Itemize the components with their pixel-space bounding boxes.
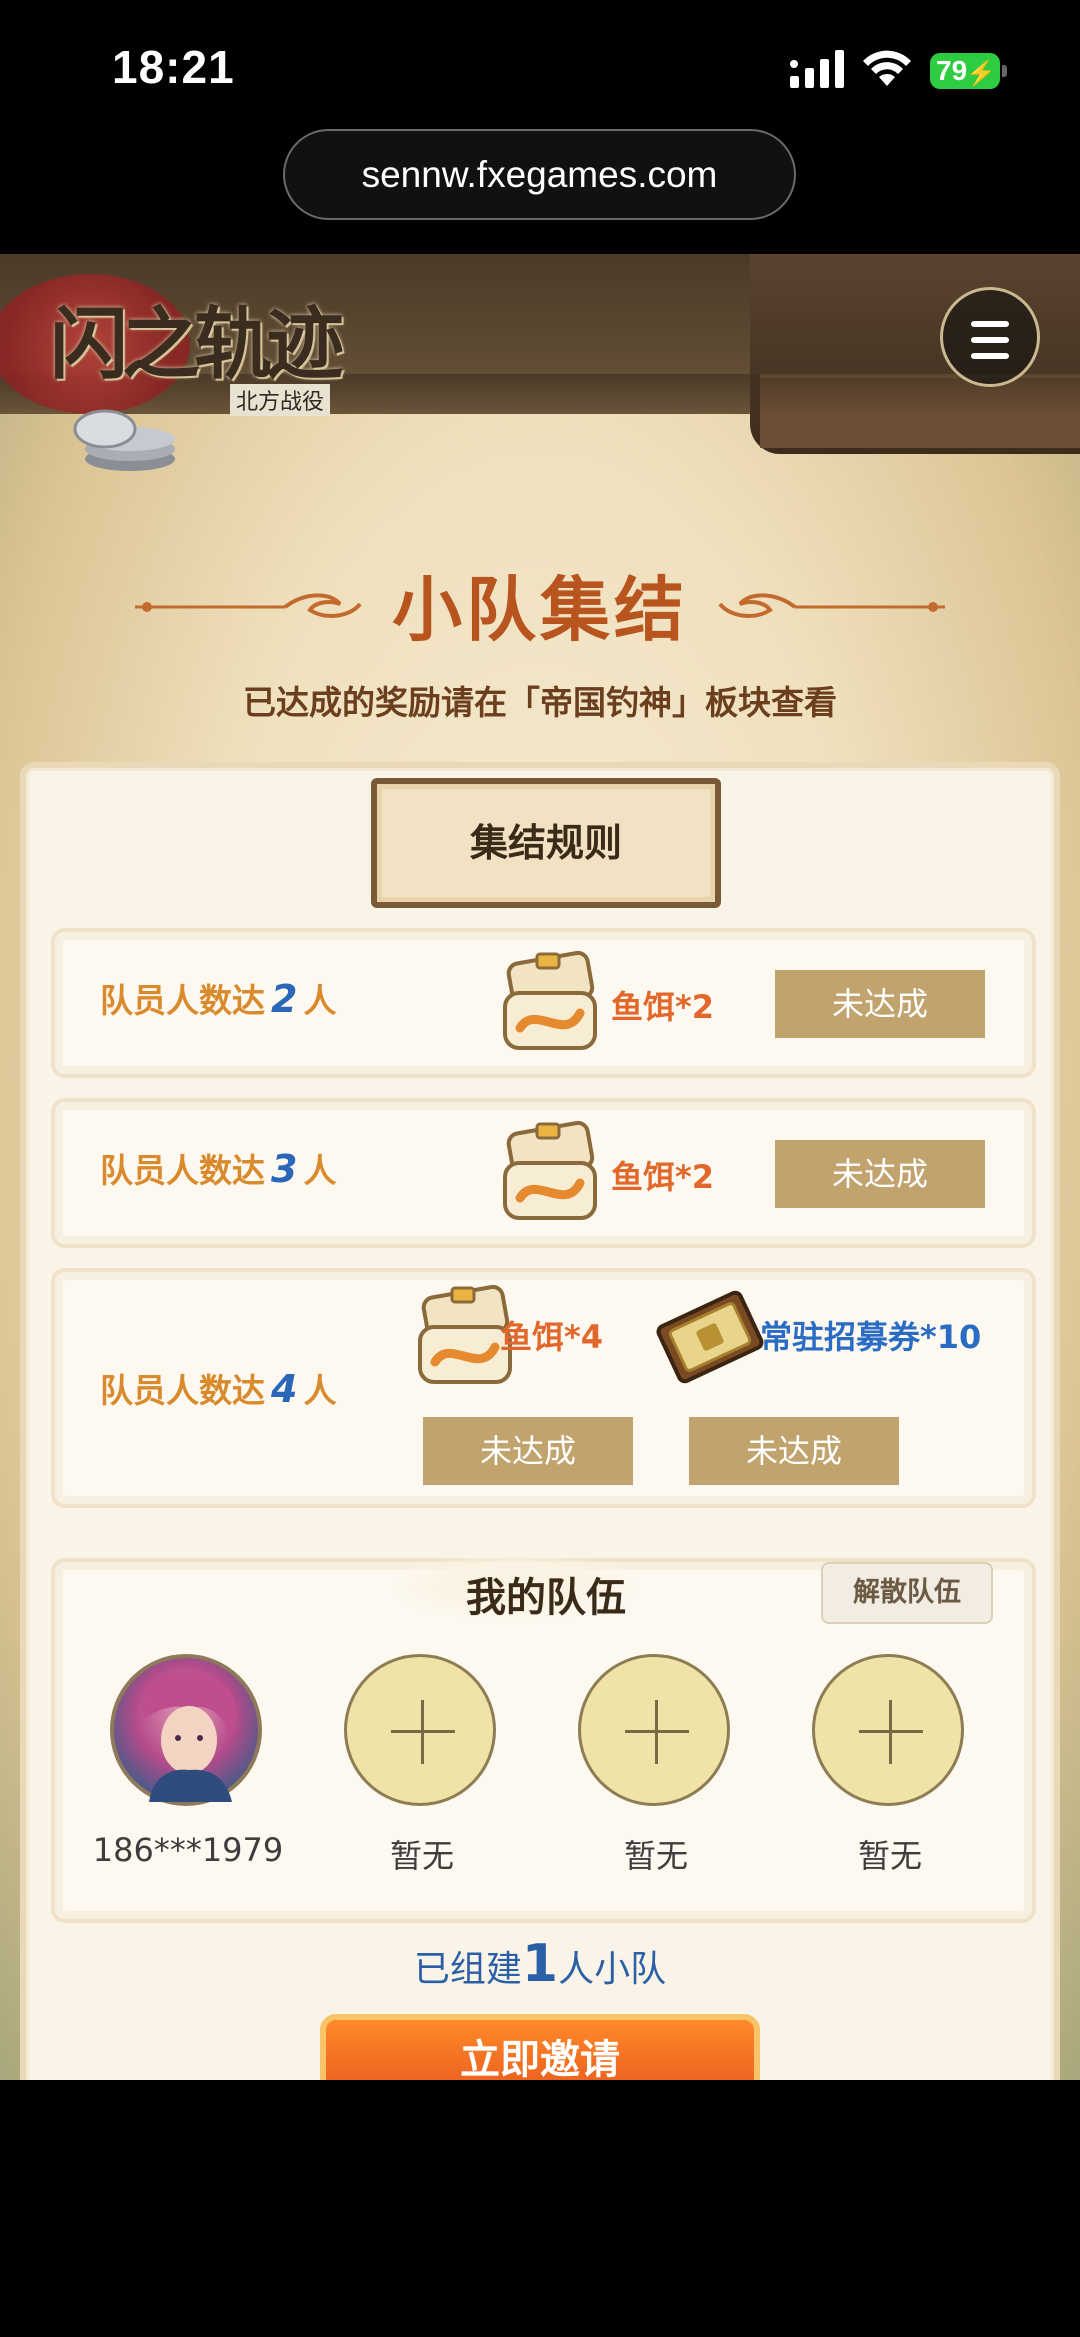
battery-icon: 79 ⚡ — [930, 53, 1000, 89]
rule-row: 队员人数达 3 人 鱼饵*2 未达成 — [51, 1098, 1036, 1248]
battery-level: 79 — [936, 55, 968, 86]
logo-subtitle: 北方战役 — [230, 384, 331, 416]
bait-box-icon — [503, 1120, 597, 1220]
disband-team-button[interactable]: 解散队伍 — [821, 1562, 993, 1624]
rule-row: 队员人数达 4 人 鱼饵*4 常驻招募券*10 未达成 未达成 — [51, 1268, 1036, 1508]
right-flourish-icon — [718, 593, 945, 618]
rule-label: 队员人数达 4 人 — [100, 1364, 336, 1412]
invite-button[interactable]: 立即邀请 — [320, 2014, 760, 2080]
reward-status-button[interactable]: 未达成 — [775, 1140, 985, 1208]
rule-suffix: 人 — [303, 981, 337, 1020]
coins-icon — [73, 409, 175, 471]
summary-prefix: 已组建 — [413, 1949, 522, 1990]
reward-text: 鱼饵*2 — [611, 1158, 715, 1196]
reward-status-button[interactable]: 未达成 — [689, 1417, 899, 1485]
reward-text: 鱼饵*2 — [611, 988, 715, 1026]
cellular-signal-icon — [790, 50, 844, 88]
member-name: 186***1979 — [92, 1831, 284, 1869]
bottom-bar — [0, 2080, 1080, 2337]
rule-label: 队员人数达 2 人 — [100, 974, 336, 1022]
summary-suffix: 人小队 — [558, 1949, 667, 1990]
charging-bolt-icon: ⚡ — [966, 60, 996, 87]
empty-slot-add-icon[interactable] — [344, 1654, 496, 1806]
empty-slot-add-icon[interactable] — [578, 1654, 730, 1806]
rule-count: 4 — [271, 1367, 298, 1411]
rule-suffix: 人 — [303, 1371, 337, 1410]
status-time: 18:21 — [112, 41, 235, 93]
menu-line — [971, 353, 1009, 359]
wifi-icon — [863, 50, 911, 86]
rule-label: 队员人数达 3 人 — [100, 1144, 336, 1192]
member-name: 暂无 — [623, 1837, 688, 1875]
member-name: 暂无 — [389, 1837, 454, 1875]
logo-title: 闪之轨迹 — [50, 299, 344, 390]
rule-prefix: 队员人数达 — [100, 1371, 265, 1410]
bait-box-icon — [503, 950, 597, 1050]
rules-title: 集结规则 — [371, 778, 721, 908]
menu-button[interactable] — [940, 287, 1040, 387]
reward-text: 鱼饵*4 — [500, 1318, 604, 1356]
menu-line — [971, 337, 1009, 343]
reward-status-button[interactable]: 未达成 — [423, 1417, 633, 1485]
rule-count: 2 — [271, 977, 298, 1021]
game-logo[interactable]: 闪之轨迹 北方战役 — [0, 254, 420, 474]
summary-count: 1 — [521, 1934, 559, 1994]
rule-suffix: 人 — [303, 1151, 337, 1190]
page-subtitle: 已达成的奖励请在「帝国钓神」板块查看 — [243, 683, 837, 722]
rule-count: 3 — [271, 1147, 298, 1191]
member-name: 暂无 — [857, 1837, 922, 1875]
menu-line — [971, 321, 1009, 327]
character-portrait-icon — [142, 1672, 237, 1802]
address-bar[interactable]: sennw.fxegames.com — [283, 129, 796, 220]
reward-status-button[interactable]: 未达成 — [775, 970, 985, 1038]
reward-text: 常驻招募券*10 — [760, 1318, 982, 1356]
battery-nub — [1002, 65, 1007, 77]
rule-row: 队员人数达 2 人 鱼饵*2 未达成 — [51, 928, 1036, 1078]
event-page: 闪之轨迹 北方战役 小队集结 已达成的奖励请在「帝国钓神」板块查看 集结规则 队… — [0, 254, 1080, 2080]
recruit-ticket-icon — [656, 1290, 764, 1384]
rule-prefix: 队员人数达 — [100, 981, 265, 1020]
rule-prefix: 队员人数达 — [100, 1151, 265, 1190]
member-avatar[interactable] — [110, 1654, 262, 1806]
empty-slot-add-icon[interactable] — [812, 1654, 964, 1806]
status-bar: 18:21 79 ⚡ — [0, 0, 1080, 128]
title-row: 小队集结 — [0, 554, 1080, 654]
squad-panel: 集结规则 队员人数达 2 人 鱼饵*2 未达成 队员人数达 3 人 鱼饵*2 未… — [20, 762, 1060, 2080]
team-summary: 已组建1人小队 — [0, 1934, 1080, 1994]
